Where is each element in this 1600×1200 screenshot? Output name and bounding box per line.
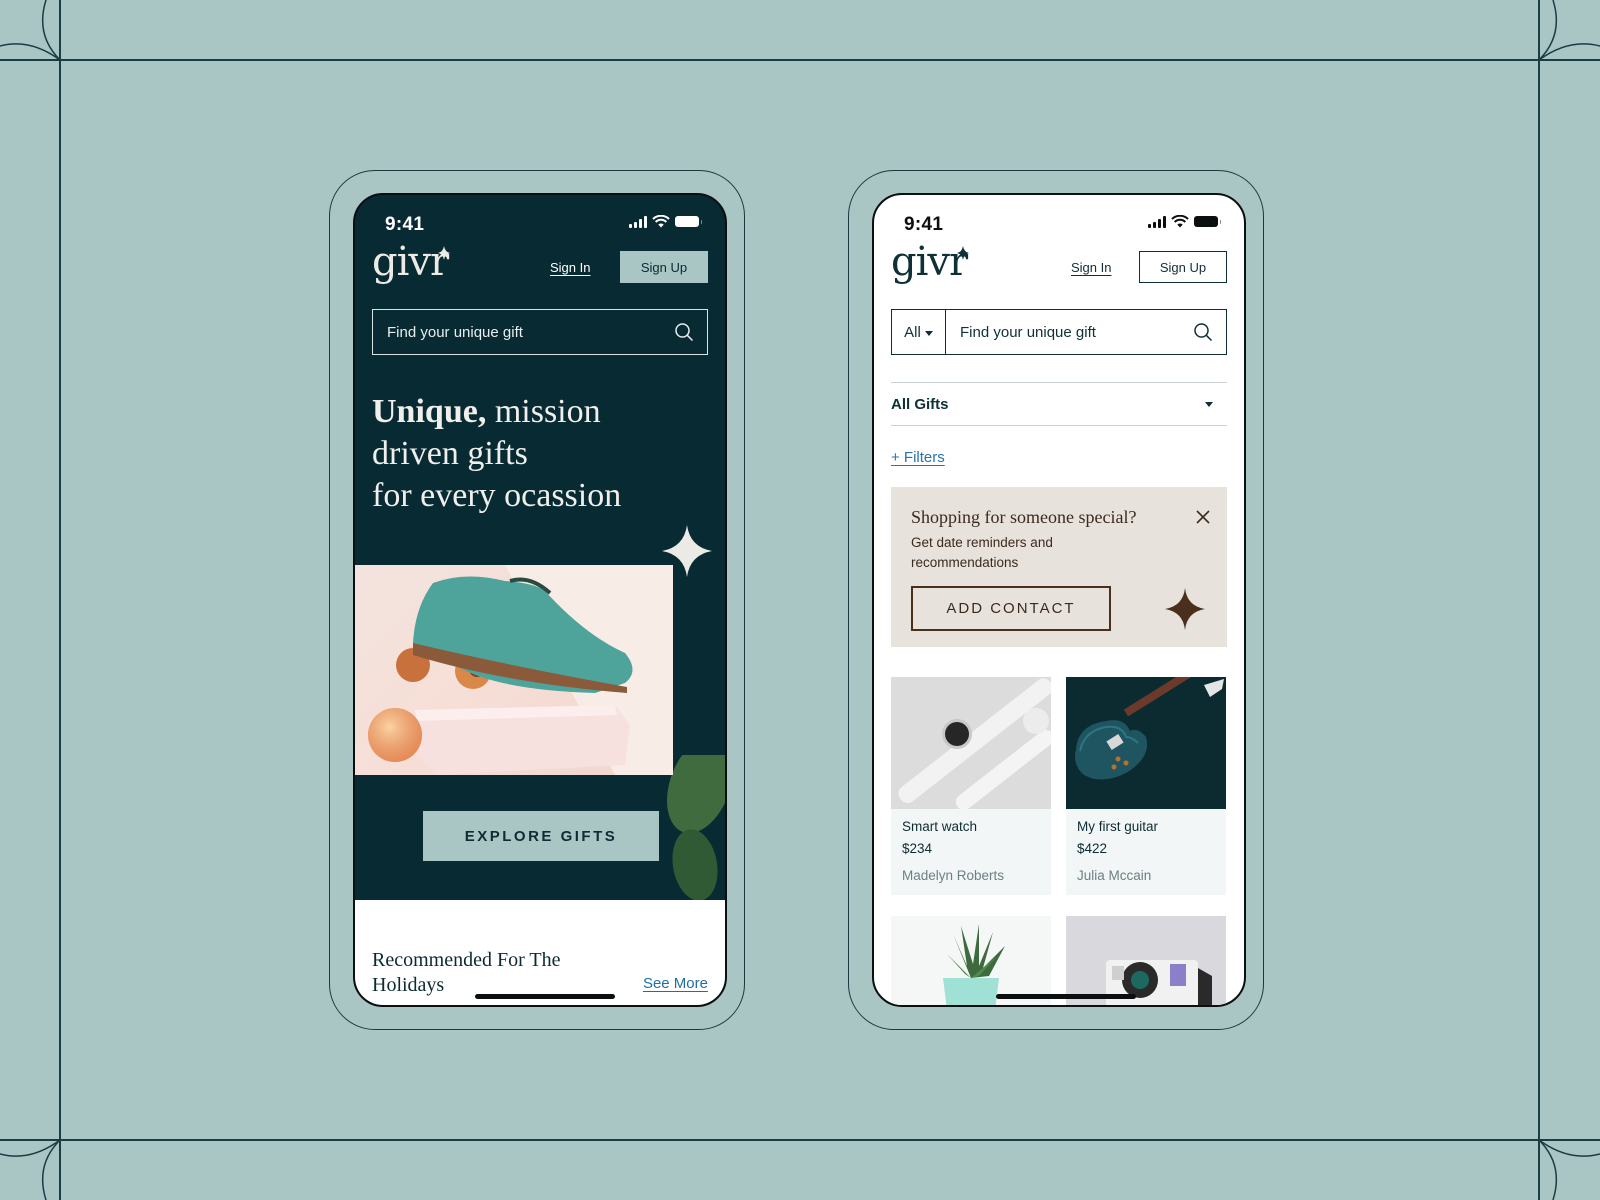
add-filters-link[interactable]: + Filters	[891, 449, 945, 466]
guitar-image	[1066, 677, 1226, 809]
status-time: 9:41	[385, 214, 425, 235]
add-contact-button[interactable]: ADD CONTACT	[911, 586, 1111, 631]
hero-heading-line3: for every ocassion	[372, 477, 622, 514]
search-scope-label: All	[904, 323, 921, 341]
recommended-heading: Recommended For The Holidays	[372, 949, 561, 996]
search-icon[interactable]	[1180, 322, 1226, 342]
hero-shoe-image	[355, 565, 673, 775]
hero-heading-bold: Unique,	[372, 393, 487, 430]
corner-arc	[0, 43, 61, 61]
wifi-icon	[652, 215, 670, 228]
battery-icon	[675, 216, 702, 227]
search-icon[interactable]	[661, 322, 707, 342]
givr-logo[interactable]: givr	[891, 239, 968, 285]
product-seller: Madelyn Roberts	[902, 868, 1005, 883]
hero-heading: Unique, mission driven gifts for every o…	[372, 391, 702, 517]
see-more-link[interactable]: See More	[643, 975, 708, 992]
product-price: $234	[902, 841, 933, 856]
background-guides	[0, 0, 1600, 1200]
product-seller: Julia Mccain	[1077, 868, 1152, 883]
sign-up-button[interactable]: Sign Up	[620, 251, 708, 283]
category-select[interactable]: All Gifts	[891, 382, 1227, 426]
battery-icon	[1194, 216, 1221, 227]
corner-arc	[1538, 1139, 1600, 1157]
search-input[interactable]: Find your unique gift	[372, 309, 708, 355]
caret-down-icon	[924, 330, 933, 336]
wifi-icon	[1171, 215, 1189, 228]
search-scope-dropdown[interactable]: All	[892, 310, 946, 354]
sign-in-link[interactable]: Sign In	[550, 260, 590, 275]
phone-home-screen: 9:41 givr Sign In Sign Up Find your uniq…	[353, 193, 727, 1007]
status-bar: 9:41	[874, 195, 1244, 245]
status-time: 9:41	[904, 214, 944, 235]
sparkle-icon	[438, 246, 450, 260]
status-icons	[629, 215, 702, 228]
sparkle-icon	[957, 246, 969, 260]
smart-watch-image	[891, 677, 1051, 809]
hero-heading-line2: driven gifts	[372, 435, 528, 472]
signal-icon	[629, 215, 647, 228]
search-placeholder: Find your unique gift	[387, 323, 523, 341]
home-indicator[interactable]	[996, 994, 1136, 999]
corner-arc	[0, 1139, 61, 1157]
signal-icon	[1148, 215, 1166, 228]
sign-in-link[interactable]: Sign In	[1071, 260, 1111, 275]
status-bar: 9:41	[355, 195, 725, 245]
search-bar: All Find your unique gift	[891, 309, 1227, 355]
explore-gifts-button[interactable]: EXPLORE GIFTS	[423, 811, 659, 861]
corner-arc	[1538, 43, 1600, 61]
close-icon[interactable]	[1193, 507, 1213, 527]
product-grid: Smart watch $234 Madelyn Roberts My firs…	[891, 677, 1227, 1005]
promo-description: Get date reminders and recommendations	[911, 535, 1053, 570]
caret-down-icon	[1205, 401, 1213, 407]
product-price: $422	[1077, 841, 1108, 856]
phone-browse-screen: 9:41 givr Sign In Sign Up All Find your …	[872, 193, 1246, 1007]
search-input[interactable]: Find your unique gift	[946, 324, 1180, 341]
hero-heading-line1: mission	[486, 393, 601, 430]
home-indicator[interactable]	[475, 994, 615, 999]
sign-up-button[interactable]: Sign Up	[1139, 251, 1227, 283]
product-card[interactable]: Smart watch $234 Madelyn Roberts	[891, 677, 1051, 895]
product-name: Smart watch	[902, 819, 978, 834]
status-icons	[1148, 215, 1221, 228]
promo-title: Shopping for someone special?	[911, 507, 1137, 527]
sparkle-icon	[1165, 588, 1205, 630]
product-name: My first guitar	[1077, 819, 1159, 834]
givr-logo[interactable]: givr	[372, 239, 449, 285]
contact-promo-card: Shopping for someone special? Get date r…	[891, 487, 1227, 647]
product-card[interactable]: My first guitar $422 Julia Mccain	[1066, 677, 1226, 895]
category-select-value: All Gifts	[891, 395, 949, 413]
